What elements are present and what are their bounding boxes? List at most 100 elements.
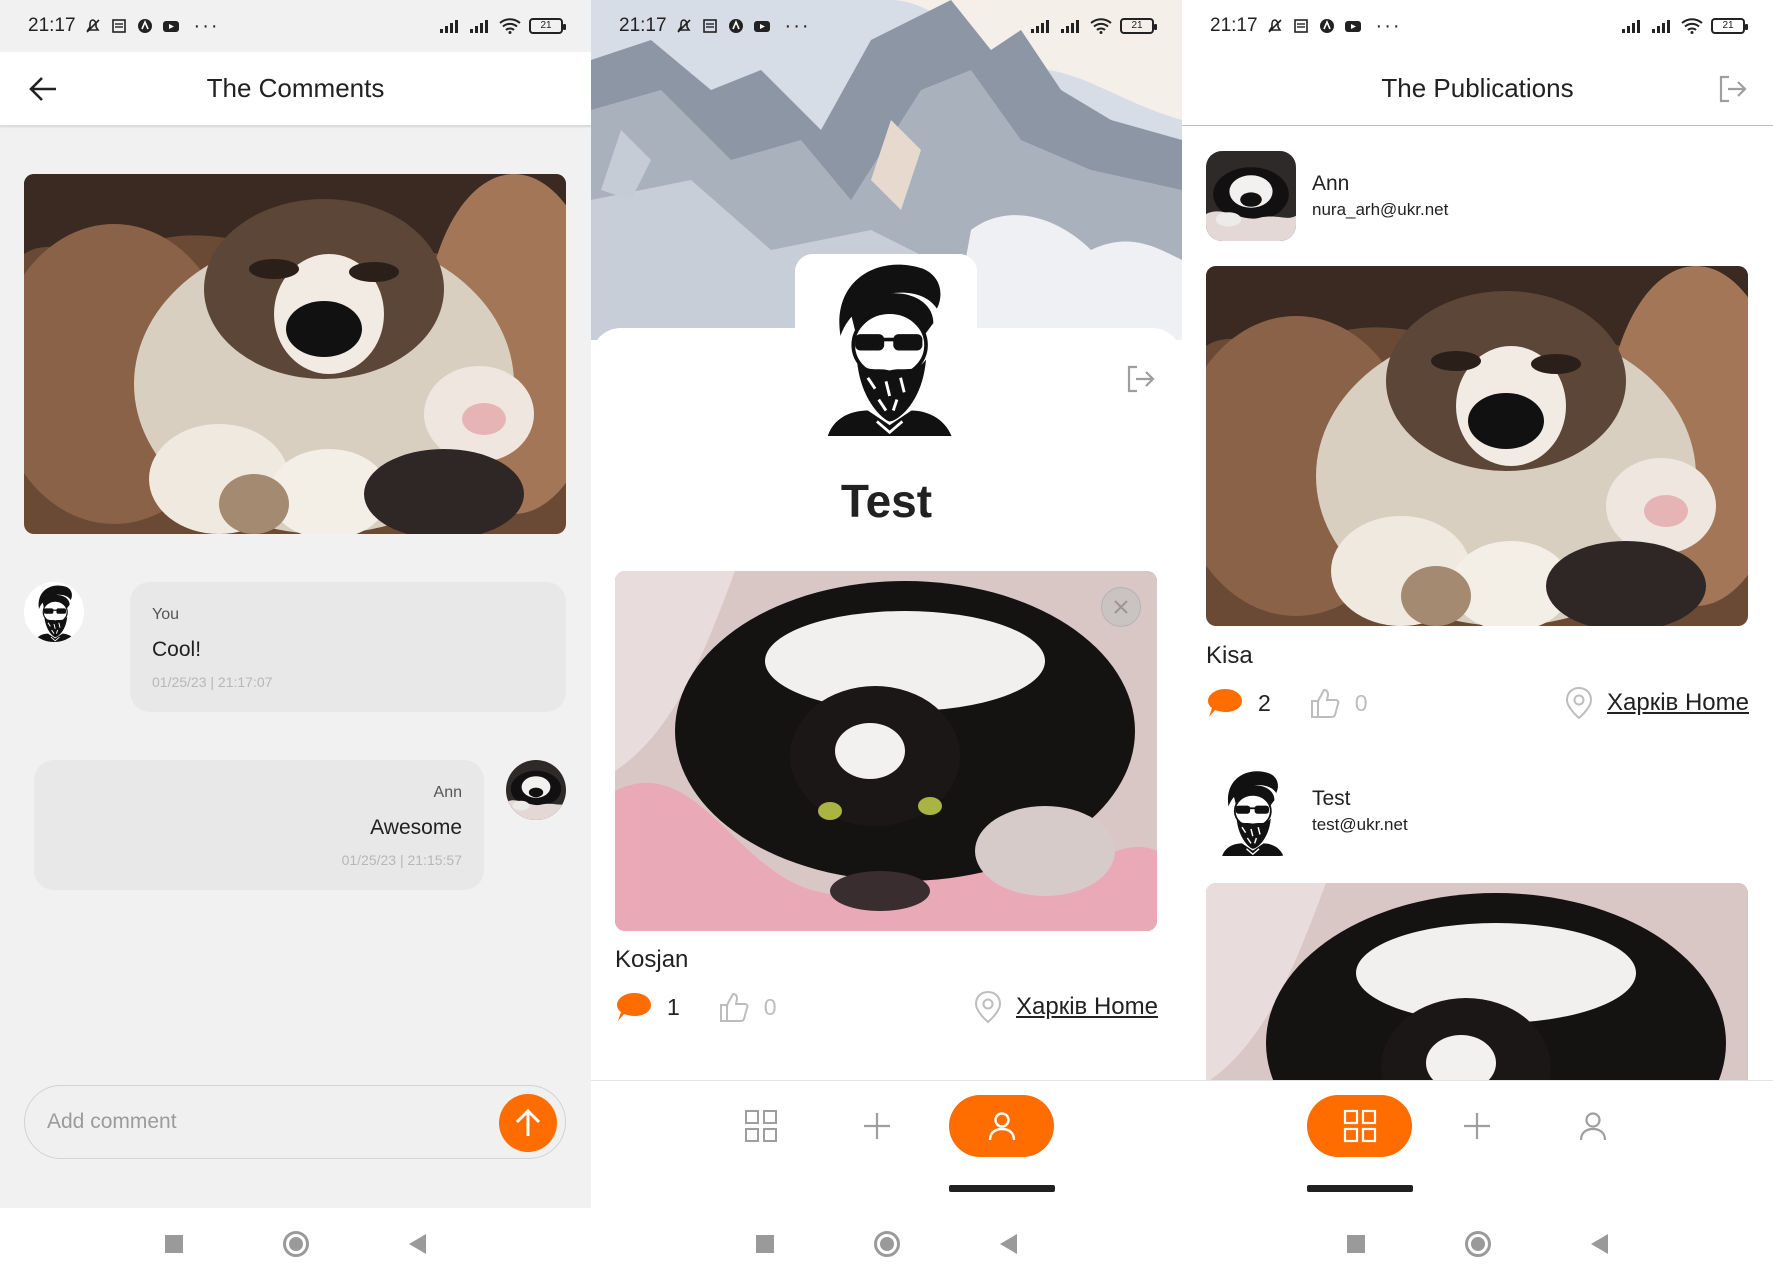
post-title: Kisa bbox=[1206, 642, 1253, 669]
like-button[interactable]: 0 bbox=[1309, 686, 1368, 720]
like-button[interactable]: 0 bbox=[718, 990, 777, 1024]
wifi-icon bbox=[1681, 18, 1703, 34]
tab-profile[interactable] bbox=[1540, 1095, 1645, 1157]
post-image[interactable] bbox=[615, 571, 1157, 931]
comment-bubble: Ann Awesome 01/25/23 | 21:15:57 bbox=[34, 760, 484, 890]
comment-icon bbox=[617, 993, 651, 1021]
status-bar: 21:17 ··· 21 bbox=[1182, 0, 1773, 52]
notes-icon bbox=[1293, 19, 1308, 33]
post-image bbox=[24, 174, 566, 534]
comments-screen: 21:17 ··· 21 The Comments You Cool! 01/2… bbox=[0, 0, 591, 1280]
battery-icon: 21 bbox=[1120, 18, 1157, 34]
post-meta: 1 0 bbox=[615, 987, 777, 1027]
youtube-icon bbox=[1344, 21, 1361, 32]
system-nav-bar bbox=[591, 1208, 1182, 1280]
send-arrow-icon bbox=[515, 1108, 541, 1136]
system-back-icon[interactable] bbox=[1000, 1234, 1017, 1254]
comment-icon bbox=[1208, 689, 1242, 717]
avatar bbox=[506, 760, 566, 820]
user-email: test@ukr.net bbox=[1312, 815, 1408, 834]
plus-icon bbox=[1463, 1113, 1490, 1139]
plus-icon bbox=[863, 1113, 890, 1139]
signal-icon-2 bbox=[1652, 20, 1670, 33]
remove-post-button[interactable] bbox=[1101, 587, 1141, 627]
back-arrow-icon bbox=[29, 77, 56, 101]
user-avatar bbox=[1206, 766, 1296, 856]
close-icon bbox=[1114, 600, 1128, 614]
wifi-icon bbox=[1090, 18, 1112, 34]
bottom-tab-bar bbox=[591, 1080, 1182, 1208]
status-bar: 21:17 ··· 21 bbox=[0, 0, 591, 52]
profile-avatar[interactable] bbox=[795, 254, 977, 436]
send-button[interactable] bbox=[499, 1094, 557, 1152]
logout-icon bbox=[1719, 75, 1747, 103]
post-meta: 2 0 bbox=[1206, 683, 1368, 723]
user-email: nura_arh@ukr.net bbox=[1312, 200, 1449, 219]
page-title: The Publications bbox=[1381, 73, 1574, 103]
user-row[interactable]: Test test@ukr.net bbox=[1206, 766, 1408, 856]
silent-bell-icon bbox=[85, 19, 100, 33]
recent-apps-icon[interactable] bbox=[756, 1235, 774, 1253]
comment-time: 01/25/23 | 21:17:07 bbox=[152, 674, 273, 690]
tab-create[interactable] bbox=[824, 1095, 929, 1157]
home-icon[interactable] bbox=[1465, 1231, 1491, 1257]
tab-publications[interactable] bbox=[708, 1095, 813, 1157]
back-button[interactable] bbox=[24, 70, 62, 108]
comment-text: Cool! bbox=[152, 638, 202, 661]
status-time: 21:17 bbox=[28, 15, 76, 36]
comment-author: Ann bbox=[433, 784, 462, 801]
profile-screen: 21:17 ··· 21 Test Kosjan 1 0 Харків Home bbox=[591, 0, 1182, 1280]
system-nav-bar bbox=[0, 1208, 591, 1280]
comments-button[interactable]: 1 bbox=[615, 990, 680, 1024]
location-link[interactable]: Харків Home bbox=[974, 987, 1158, 1027]
app-icon bbox=[1319, 19, 1334, 33]
grid-icon bbox=[744, 1110, 777, 1142]
post-image[interactable] bbox=[1206, 883, 1748, 1080]
post-image[interactable] bbox=[1206, 266, 1748, 626]
user-icon bbox=[988, 1112, 1015, 1141]
signal-icon-2 bbox=[1061, 20, 1079, 33]
post-title: Kosjan bbox=[615, 946, 689, 973]
likes-count: 0 bbox=[763, 993, 777, 1020]
comments-button[interactable]: 2 bbox=[1206, 686, 1271, 720]
system-back-icon[interactable] bbox=[1591, 1234, 1608, 1254]
profile-name: Test bbox=[840, 475, 933, 527]
tab-publications[interactable] bbox=[1307, 1095, 1412, 1157]
publications-screen: 21:17 ··· 21 The Publications Ann nura_a… bbox=[1182, 0, 1773, 1280]
user-name: Test bbox=[1312, 787, 1351, 810]
more-status-icon: ··· bbox=[784, 14, 811, 37]
signal-icon bbox=[440, 20, 458, 33]
avatar bbox=[24, 582, 84, 642]
signal-icon bbox=[1622, 20, 1640, 33]
comments-count: 1 bbox=[667, 993, 680, 1020]
page-title: The Comments bbox=[206, 73, 385, 103]
user-row[interactable]: Ann nura_arh@ukr.net bbox=[1206, 151, 1448, 241]
logout-button[interactable] bbox=[1121, 360, 1159, 398]
comment-time: 01/25/23 | 21:15:57 bbox=[341, 852, 462, 868]
youtube-icon bbox=[162, 21, 179, 32]
system-back-icon[interactable] bbox=[409, 1234, 426, 1254]
logout-button[interactable] bbox=[1713, 70, 1751, 108]
comment-box bbox=[24, 1085, 566, 1159]
tab-create[interactable] bbox=[1424, 1095, 1529, 1157]
recent-apps-icon[interactable] bbox=[1347, 1235, 1365, 1253]
home-icon[interactable] bbox=[283, 1231, 309, 1257]
location-text: Харків Home bbox=[1016, 993, 1158, 1020]
recent-apps-icon[interactable] bbox=[165, 1235, 183, 1253]
comments-count: 2 bbox=[1258, 689, 1271, 716]
home-icon[interactable] bbox=[874, 1231, 900, 1257]
comment-text: Awesome bbox=[370, 816, 462, 839]
youtube-icon bbox=[753, 21, 770, 32]
status-bar: 21:17 ··· 21 bbox=[591, 0, 1182, 52]
map-pin-icon bbox=[975, 990, 1002, 1024]
comment-input[interactable] bbox=[47, 1100, 477, 1144]
tab-profile[interactable] bbox=[949, 1095, 1054, 1157]
more-status-icon: ··· bbox=[193, 14, 220, 37]
battery-icon: 21 bbox=[529, 18, 566, 34]
status-time: 21:17 bbox=[1210, 15, 1258, 36]
location-text: Харків Home bbox=[1607, 689, 1749, 716]
location-link[interactable]: Харків Home bbox=[1565, 683, 1749, 723]
like-icon bbox=[1310, 688, 1340, 718]
comment-author: You bbox=[152, 606, 179, 623]
grid-icon bbox=[1343, 1109, 1376, 1143]
